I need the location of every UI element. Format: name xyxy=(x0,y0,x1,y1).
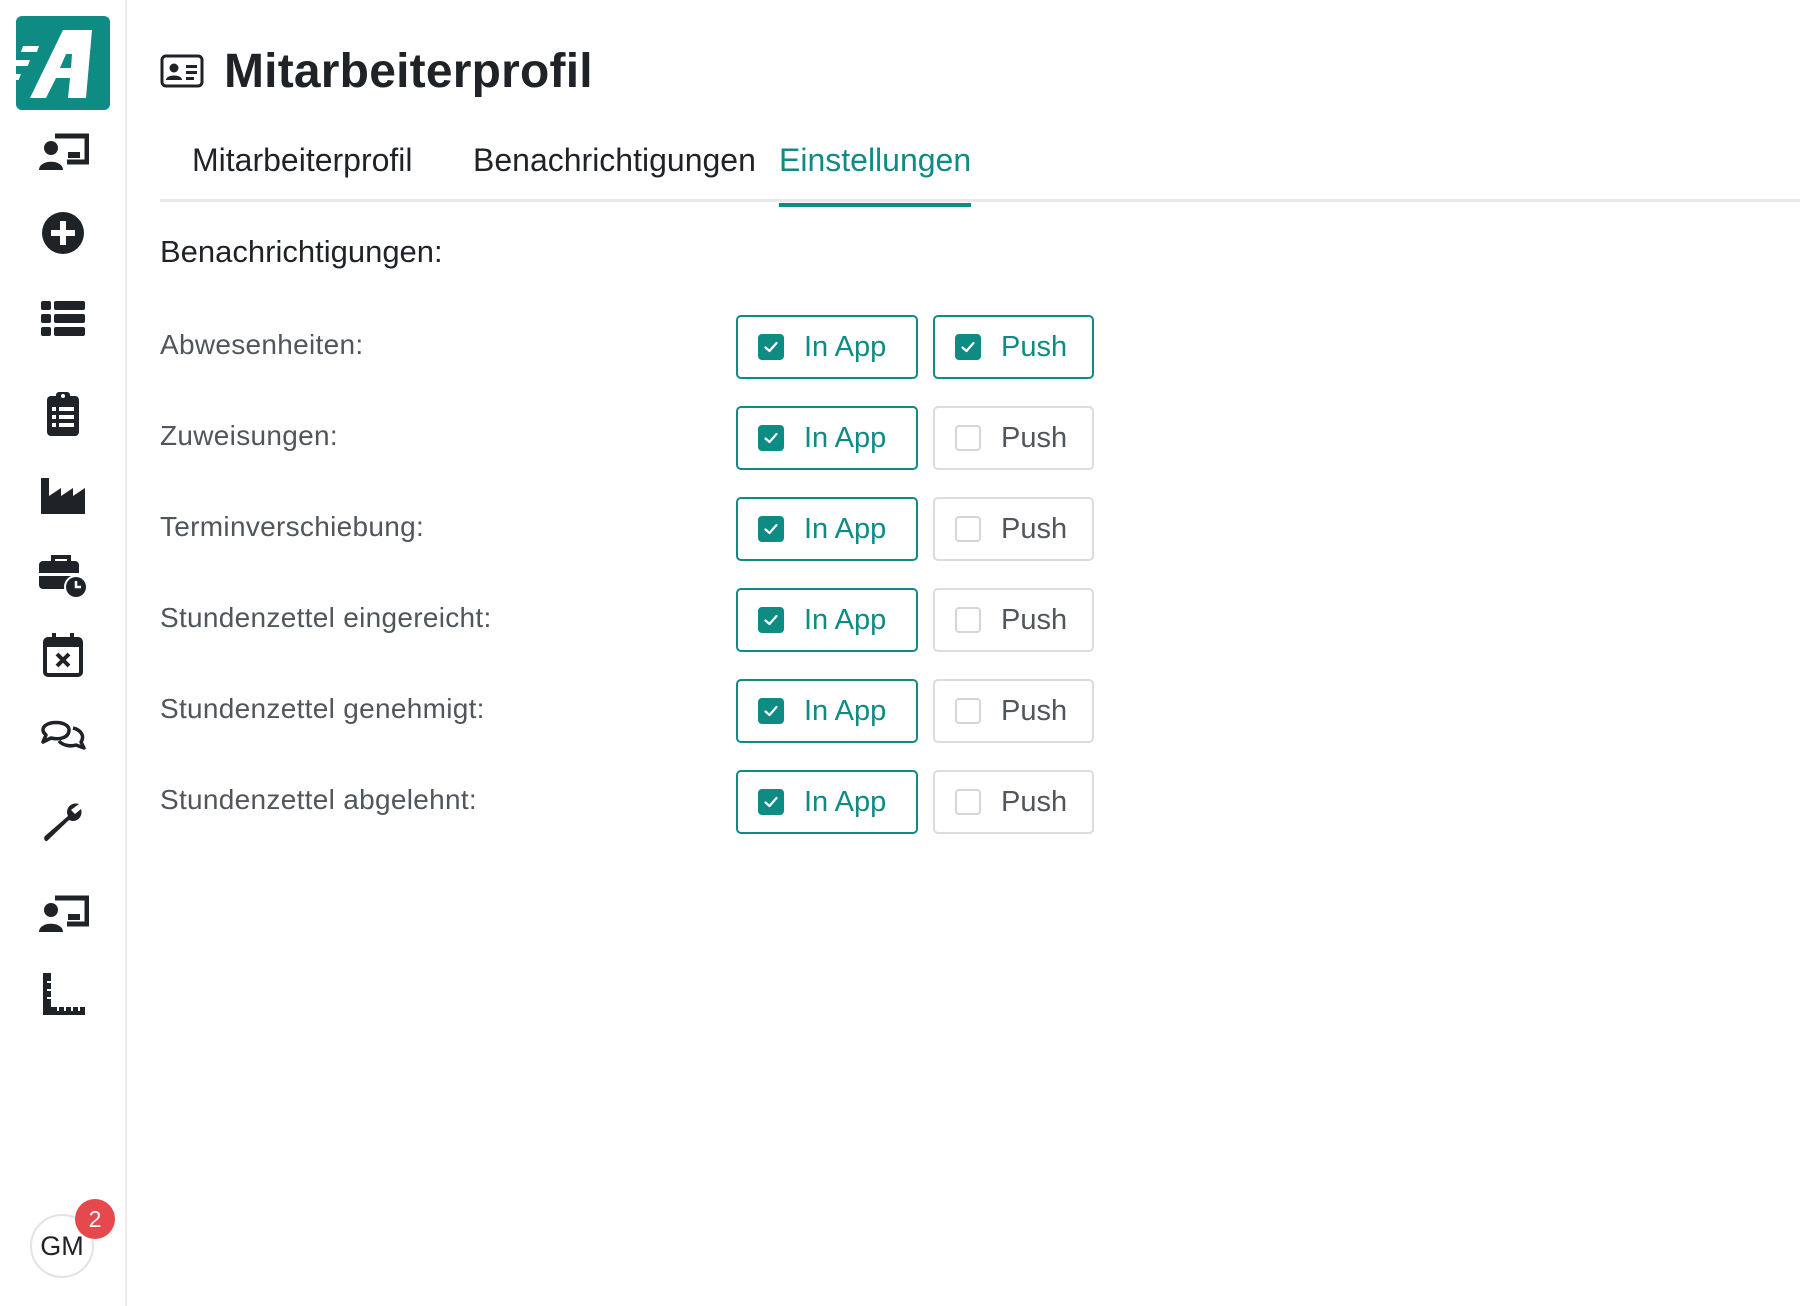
notification-badge: 2 xyxy=(75,1199,115,1239)
sidebar-item-6[interactable] xyxy=(32,544,94,606)
notification-row-stundenzettel-abgelehnt: Stundenzettel abgelehnt: In App Push xyxy=(160,770,1094,834)
ruler-corner-icon xyxy=(37,969,89,1021)
inapp-label: In App xyxy=(804,785,887,818)
sidebar-item-8[interactable] xyxy=(32,703,94,765)
wrench-icon xyxy=(37,796,89,848)
notification-row-label: Zuweisungen: xyxy=(160,420,338,451)
section-title: Benachrichtigungen: xyxy=(160,234,443,269)
push-label: Push xyxy=(1001,421,1068,454)
tab-bar: Mitarbeiterprofil Benachrichtigungen Ein… xyxy=(160,130,1800,207)
stundenzettel-abgelehnt-push-toggle[interactable]: Push xyxy=(933,770,1094,834)
sidebar-item-11[interactable] xyxy=(32,964,94,1026)
push-label: Push xyxy=(1001,785,1068,818)
list-icon xyxy=(37,293,89,345)
inapp-label: In App xyxy=(804,694,887,727)
notification-row-abwesenheiten: Abwesenheiten: In App Push xyxy=(160,315,1094,379)
sidebar-item-7[interactable] xyxy=(32,624,94,686)
stundenzettel-eingereicht-push-toggle[interactable]: Push xyxy=(933,588,1094,652)
stundenzettel-genehmigt-push-toggle[interactable]: Push xyxy=(933,679,1094,743)
clipboard-list-icon xyxy=(37,388,89,440)
terminverschiebung-inapp-toggle[interactable]: In App xyxy=(736,497,918,561)
page-title: Mitarbeiterprofil xyxy=(224,44,593,98)
logo-icon xyxy=(16,30,92,98)
main-content: Mitarbeiterprofil Mitarbeiterprofil Bena… xyxy=(127,0,1800,1306)
stundenzettel-genehmigt-inapp-toggle[interactable]: In App xyxy=(736,679,918,743)
app-window: GM 2 Mitarbeiterprofil Mitarbeiterprofil xyxy=(0,0,1800,1306)
sidebar-item-2[interactable] xyxy=(32,202,94,264)
sidebar-item-4[interactable] xyxy=(32,383,94,445)
push-label: Push xyxy=(1001,694,1068,727)
notification-row-stundenzettel-genehmigt: Stundenzettel genehmigt: In App Push xyxy=(160,679,1094,743)
checkbox-checked-icon[interactable] xyxy=(758,334,784,360)
push-label: Push xyxy=(1001,512,1068,545)
checkbox-checked-icon[interactable] xyxy=(955,334,981,360)
checkbox-empty-icon[interactable] xyxy=(955,516,981,542)
stundenzettel-abgelehnt-inapp-toggle[interactable]: In App xyxy=(736,770,918,834)
push-label: Push xyxy=(1001,330,1068,363)
notification-count: 2 xyxy=(88,1205,102,1232)
checkbox-checked-icon[interactable] xyxy=(758,698,784,724)
sidebar: GM 2 xyxy=(0,0,127,1306)
checkbox-empty-icon[interactable] xyxy=(955,607,981,633)
notification-row-stundenzettel-eingereicht: Stundenzettel eingereicht: In App Push xyxy=(160,588,1094,652)
abwesenheiten-inapp-toggle[interactable]: In App xyxy=(736,315,918,379)
briefcase-clock-icon xyxy=(37,549,89,601)
notification-row-label: Stundenzettel eingereicht: xyxy=(160,602,492,633)
tab-benachrichtigungen[interactable]: Benachrichtigungen xyxy=(473,142,756,193)
abwesenheiten-push-toggle[interactable]: Push xyxy=(933,315,1094,379)
notification-row-terminverschiebung: Terminverschiebung: In App Push xyxy=(160,497,1094,561)
checkbox-empty-icon[interactable] xyxy=(955,698,981,724)
checkbox-checked-icon[interactable] xyxy=(758,789,784,815)
checkbox-checked-icon[interactable] xyxy=(758,516,784,542)
factory-icon xyxy=(37,468,89,520)
zuweisungen-push-toggle[interactable]: Push xyxy=(933,406,1094,470)
sidebar-item-10[interactable] xyxy=(32,883,94,945)
id-card-icon xyxy=(160,54,204,88)
app-logo[interactable] xyxy=(16,16,110,110)
user-board-icon xyxy=(37,126,89,178)
inapp-label: In App xyxy=(804,421,887,454)
checkbox-empty-icon[interactable] xyxy=(955,789,981,815)
notification-row-label: Abwesenheiten: xyxy=(160,329,364,360)
notification-row-label: Stundenzettel genehmigt: xyxy=(160,693,485,724)
inapp-label: In App xyxy=(804,330,887,363)
notification-row-zuweisungen: Zuweisungen: In App Push xyxy=(160,406,1094,470)
avatar-initials: GM xyxy=(40,1230,84,1261)
sidebar-item-9[interactable] xyxy=(32,791,94,853)
checkbox-checked-icon[interactable] xyxy=(758,425,784,451)
sidebar-item-3[interactable] xyxy=(32,288,94,350)
checkbox-checked-icon[interactable] xyxy=(758,607,784,633)
plus-circle-icon xyxy=(37,207,89,259)
terminverschiebung-push-toggle[interactable]: Push xyxy=(933,497,1094,561)
stundenzettel-eingereicht-inapp-toggle[interactable]: In App xyxy=(736,588,918,652)
page-header: Mitarbeiterprofil xyxy=(160,38,593,104)
inapp-label: In App xyxy=(804,512,887,545)
push-label: Push xyxy=(1001,603,1068,636)
sidebar-item-1[interactable] xyxy=(32,121,94,183)
zuweisungen-inapp-toggle[interactable]: In App xyxy=(736,406,918,470)
notification-row-label: Stundenzettel abgelehnt: xyxy=(160,784,478,815)
tab-mitarbeiterprofil[interactable]: Mitarbeiterprofil xyxy=(192,142,413,193)
checkbox-empty-icon[interactable] xyxy=(955,425,981,451)
calendar-x-icon xyxy=(37,629,89,681)
notification-row-label: Terminverschiebung: xyxy=(160,511,425,542)
chat-bubbles-icon xyxy=(37,708,89,760)
tab-einstellungen[interactable]: Einstellungen xyxy=(779,142,972,207)
sidebar-item-5[interactable] xyxy=(32,463,94,525)
user-board-icon xyxy=(37,888,89,940)
inapp-label: In App xyxy=(804,603,887,636)
